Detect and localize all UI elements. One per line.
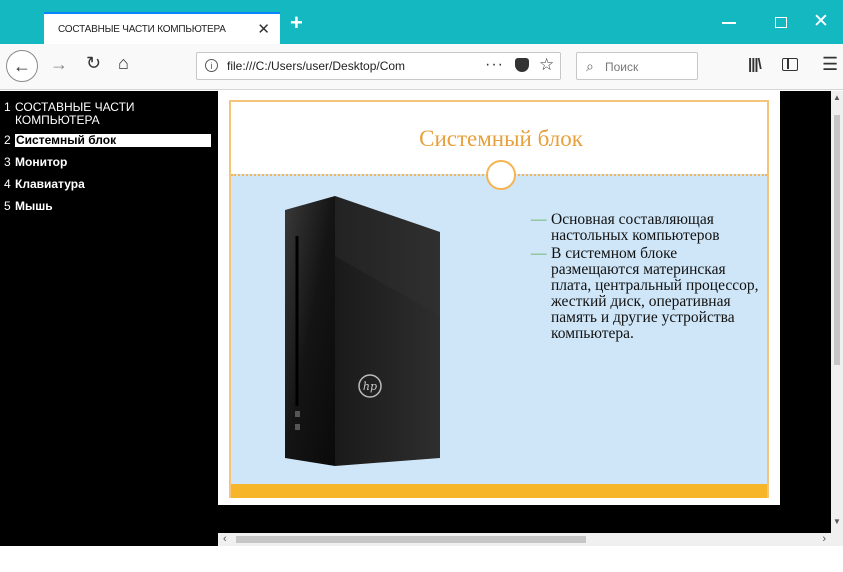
slide: Системный блок hp — Основная составляюща…	[218, 91, 780, 505]
horizontal-scrollbar[interactable]: ‹ ›	[218, 533, 831, 546]
title-bar: СОСТАВНЫЕ ЧАСТИ КОМПЬЮТЕРА ✕ + ✕	[0, 0, 843, 44]
outline-item-5[interactable]: 5 Мышь	[0, 200, 218, 213]
outline-label: Мышь	[15, 199, 53, 213]
bullet-text: Основная составляющая настольных компьют…	[551, 211, 720, 244]
outline-item-3[interactable]: 3 Монитор	[0, 156, 218, 169]
close-tab-icon[interactable]: ✕	[257, 20, 270, 38]
outline-label: Клавиатура	[15, 177, 85, 191]
outline-number: 4	[4, 177, 11, 191]
page-actions-icon[interactable]: ···	[485, 56, 504, 74]
navigation-bar: ← → ↻ ⌂ i file:///C:/Users/user/Desktop/…	[0, 44, 843, 90]
arrow-left-icon: ←	[13, 55, 31, 76]
outline-number: 3	[4, 155, 11, 169]
search-icon: ⌕	[586, 58, 594, 74]
slide-body: hp — Основная составляющая настольных ко…	[231, 174, 767, 484]
bullet-dash-icon: —	[531, 211, 547, 228]
vertical-scrollbar[interactable]: ▲ ▼	[831, 91, 843, 546]
address-bar[interactable]: i file:///C:/Users/user/Desktop/Com ··· …	[196, 52, 561, 80]
url-text[interactable]: file:///C:/Users/user/Desktop/Com	[227, 59, 447, 73]
bullet-list: — Основная составляющая настольных компь…	[531, 212, 767, 344]
sidebar-toggle-icon[interactable]	[782, 58, 798, 71]
maximize-icon[interactable]	[775, 17, 787, 28]
home-button[interactable]: ⌂	[118, 53, 129, 74]
new-tab-button[interactable]: +	[290, 10, 303, 36]
pocket-icon[interactable]	[515, 58, 529, 72]
scroll-left-icon[interactable]: ‹	[223, 533, 227, 545]
bullet-item: — Основная составляющая настольных компь…	[531, 212, 767, 244]
library-icon[interactable]: |||\	[748, 56, 762, 73]
slide-viewport: Системный блок hp — Основная составляюща…	[218, 91, 831, 536]
scroll-down-icon[interactable]: ▼	[833, 517, 841, 526]
bullet-item: — В системном блоке размещаются материнс…	[531, 246, 767, 342]
svg-text:hp: hp	[363, 380, 377, 393]
outline-item-4[interactable]: 4 Клавиатура	[0, 178, 218, 191]
outline-label: Системный блок	[15, 134, 211, 147]
browser-tab[interactable]: СОСТАВНЫЕ ЧАСТИ КОМПЬЮТЕРА ✕	[44, 12, 280, 44]
scroll-up-icon[interactable]: ▲	[833, 93, 841, 102]
search-bar[interactable]: ⌕ Поиск	[576, 52, 698, 80]
minimize-icon[interactable]	[722, 22, 736, 24]
outline-label: СОСТАВНЫЕ ЧАСТИ КОМПЬЮТЕРА	[15, 100, 135, 127]
horizontal-scroll-thumb[interactable]	[236, 536, 586, 543]
desktop-tower-image: hp	[285, 196, 440, 466]
bullet-dash-icon: —	[531, 245, 547, 262]
slide-footer-bar	[231, 484, 767, 498]
vertical-scroll-thumb[interactable]	[834, 115, 840, 365]
outline-number: 1	[4, 100, 11, 114]
menu-icon[interactable]: ☰	[822, 54, 838, 75]
back-button[interactable]: ←	[6, 50, 38, 82]
slide-frame: Системный блок hp — Основная составляюща…	[229, 100, 769, 498]
outline-item-1[interactable]: 1 СОСТАВНЫЕ ЧАСТИ КОМПЬЮТЕРА	[0, 101, 218, 127]
bullet-text: В системном блоке размещаются материнска…	[551, 245, 759, 342]
search-placeholder: Поиск	[605, 60, 639, 74]
slide-title: Системный блок	[419, 126, 583, 151]
outline-item-2[interactable]: 2 Системный блок	[0, 134, 218, 147]
reload-button[interactable]: ↻	[86, 53, 101, 74]
title-divider-circle	[486, 160, 516, 190]
slide-outline: 1 СОСТАВНЫЕ ЧАСТИ КОМПЬЮТЕРА 2 Системный…	[0, 91, 218, 546]
outline-number: 5	[4, 199, 11, 213]
outline-label: Монитор	[15, 155, 68, 169]
scroll-right-icon[interactable]: ›	[822, 533, 826, 545]
tab-title: СОСТАВНЫЕ ЧАСТИ КОМПЬЮТЕРА	[58, 23, 226, 35]
bookmark-star-icon[interactable]: ☆	[539, 55, 554, 75]
page-content: 1 СОСТАВНЫЕ ЧАСТИ КОМПЬЮТЕРА 2 Системный…	[0, 91, 843, 546]
forward-button[interactable]: →	[50, 54, 68, 75]
outline-number: 2	[4, 133, 11, 147]
window-close-icon[interactable]: ✕	[813, 10, 829, 33]
info-icon[interactable]: i	[205, 59, 218, 72]
